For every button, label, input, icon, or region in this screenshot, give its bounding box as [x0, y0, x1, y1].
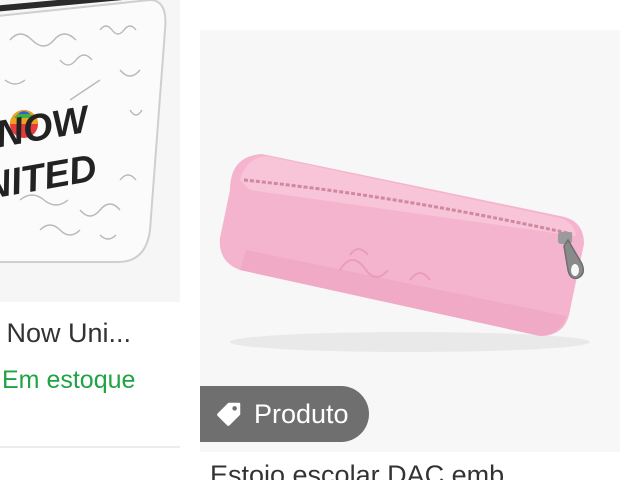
badge-label: Produto	[254, 398, 349, 429]
product-card-estojo-dac[interactable]: Produto Estojo escolar DAC emb...	[200, 30, 640, 480]
card-divider	[0, 446, 180, 448]
product-image[interactable]: NOW UNITED	[0, 0, 180, 302]
product-type-badge: Produto	[200, 386, 369, 442]
product-title[interactable]: - Now Uni...	[0, 318, 180, 349]
product-card-now-united[interactable]: NOW UNITED - Now Uni... Em estoque	[0, 0, 180, 480]
product-grid: NOW UNITED - Now Uni... Em estoque Produ…	[0, 0, 640, 480]
stock-status: Em estoque	[2, 366, 136, 394]
product-title[interactable]: Estojo escolar DAC emb...	[210, 460, 620, 480]
pencil-case-now-united-image: NOW UNITED	[0, 0, 167, 263]
tag-icon	[217, 402, 241, 426]
product-image[interactable]: Produto	[200, 30, 620, 452]
